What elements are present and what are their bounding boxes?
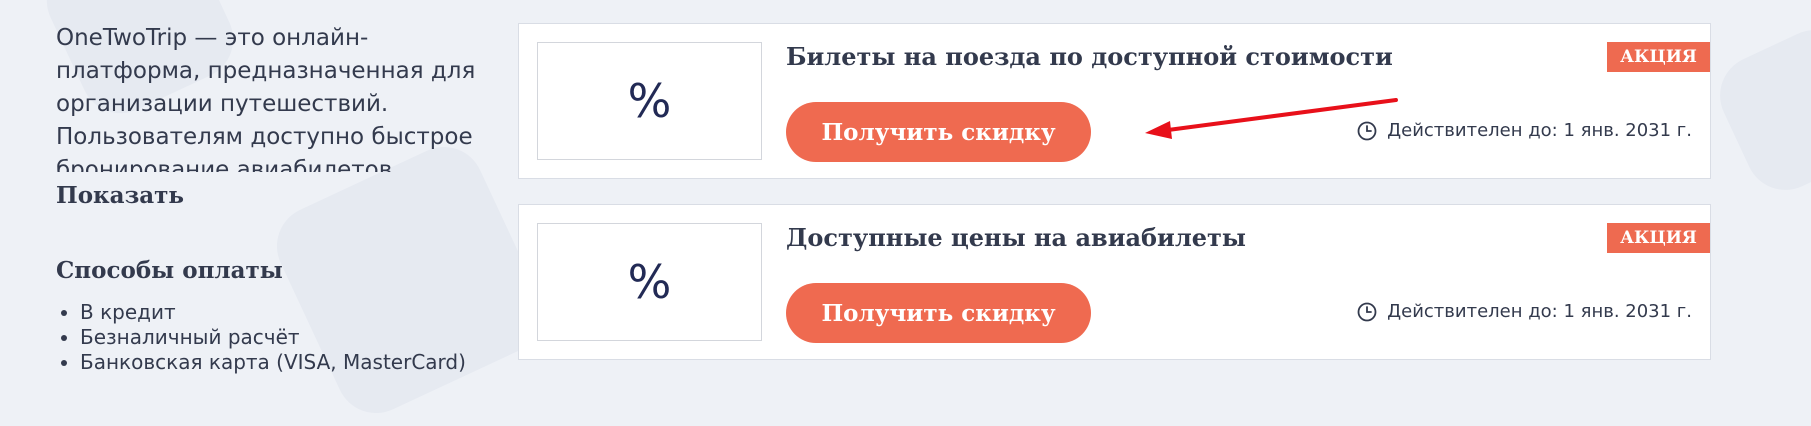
get-discount-button[interactable]: Получить скидку: [786, 102, 1091, 162]
description-clip: OneTwoTrip — это онлайн-платформа, предн…: [56, 22, 476, 172]
coupon-card: % Билеты на поезда по доступной стоимост…: [518, 23, 1711, 179]
promo-badge: АКЦИЯ: [1607, 42, 1710, 72]
coupon-title[interactable]: Доступные цены на авиабилеты: [786, 223, 1246, 252]
promo-badge: АКЦИЯ: [1607, 223, 1710, 253]
payment-method-item: Банковская карта (VISA, MasterCard): [80, 350, 476, 375]
payment-method-item: Безналичный расчёт: [80, 325, 476, 350]
show-more-link[interactable]: Показать: [56, 182, 476, 209]
clock-icon: [1357, 121, 1377, 140]
coupon-thumbnail: %: [537, 42, 762, 160]
percent-icon: %: [627, 74, 672, 128]
background-shape: [1706, 16, 1811, 204]
coupon-validity: Действителен до: 1 янв. 2031 г.: [1357, 120, 1692, 141]
validity-text: Действителен до: 1 янв. 2031 г.: [1387, 120, 1692, 141]
clock-icon: [1357, 302, 1377, 321]
payment-methods-list: В кредит Безналичный расчёт Банковская к…: [56, 300, 476, 375]
validity-text: Действителен до: 1 янв. 2031 г.: [1387, 301, 1692, 322]
coupon-thumbnail: %: [537, 223, 762, 341]
coupon-validity: Действителен до: 1 янв. 2031 г.: [1357, 301, 1692, 322]
sidebar: OneTwoTrip — это онлайн-платформа, предн…: [56, 22, 476, 375]
payment-methods-heading: Способы оплаты: [56, 257, 283, 284]
get-discount-button[interactable]: Получить скидку: [786, 283, 1091, 343]
percent-icon: %: [627, 255, 672, 309]
payment-method-item: В кредит: [80, 300, 476, 325]
store-description: OneTwoTrip — это онлайн-платформа, предн…: [56, 25, 476, 172]
coupon-title[interactable]: Билеты на поезда по доступной стоимости: [786, 42, 1393, 71]
coupon-card: % Доступные цены на авиабилеты АКЦИЯ Пол…: [518, 204, 1711, 360]
